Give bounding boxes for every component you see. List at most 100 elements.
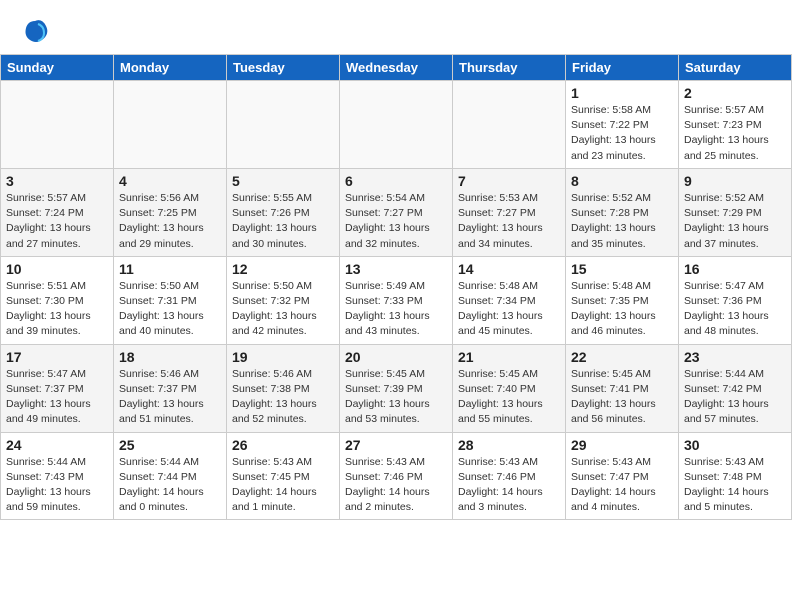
day-number: 6 xyxy=(345,173,447,189)
logo-icon xyxy=(20,16,50,46)
day-number: 1 xyxy=(571,85,673,101)
day-number: 25 xyxy=(119,437,221,453)
day-number: 17 xyxy=(6,349,108,365)
day-number: 11 xyxy=(119,261,221,277)
calendar-cell: 12 Sunrise: 5:50 AMSunset: 7:32 PMDayligh… xyxy=(227,256,340,344)
day-info: Sunrise: 5:45 AMSunset: 7:39 PMDaylight:… xyxy=(345,367,447,428)
calendar-cell: 13 Sunrise: 5:49 AMSunset: 7:33 PMDayligh… xyxy=(340,256,453,344)
calendar-cell: 23 Sunrise: 5:44 AMSunset: 7:42 PMDayligh… xyxy=(679,344,792,432)
day-info: Sunrise: 5:48 AMSunset: 7:34 PMDaylight:… xyxy=(458,279,560,340)
calendar-cell: 15 Sunrise: 5:48 AMSunset: 7:35 PMDayligh… xyxy=(566,256,679,344)
day-info: Sunrise: 5:43 AMSunset: 7:46 PMDaylight:… xyxy=(458,455,560,516)
day-number: 8 xyxy=(571,173,673,189)
day-number: 21 xyxy=(458,349,560,365)
page-header xyxy=(0,0,792,54)
weekday-header-sunday: Sunday xyxy=(1,55,114,81)
day-info: Sunrise: 5:44 AMSunset: 7:43 PMDaylight:… xyxy=(6,455,108,516)
day-info: Sunrise: 5:51 AMSunset: 7:30 PMDaylight:… xyxy=(6,279,108,340)
calendar-cell: 8 Sunrise: 5:52 AMSunset: 7:28 PMDaylight… xyxy=(566,168,679,256)
day-info: Sunrise: 5:52 AMSunset: 7:29 PMDaylight:… xyxy=(684,191,786,252)
calendar-cell: 28Sunrise: 5:43 AMSunset: 7:46 PMDayligh… xyxy=(453,432,566,520)
calendar-cell: 20 Sunrise: 5:45 AMSunset: 7:39 PMDayligh… xyxy=(340,344,453,432)
day-number: 26 xyxy=(232,437,334,453)
day-info: Sunrise: 5:49 AMSunset: 7:33 PMDaylight:… xyxy=(345,279,447,340)
day-info: Sunrise: 5:55 AMSunset: 7:26 PMDaylight:… xyxy=(232,191,334,252)
calendar-cell: 1 Sunrise: 5:58 AMSunset: 7:22 PMDaylight… xyxy=(566,81,679,169)
calendar-cell: 16Sunrise: 5:47 AMSunset: 7:36 PMDayligh… xyxy=(679,256,792,344)
day-info: Sunrise: 5:56 AMSunset: 7:25 PMDaylight:… xyxy=(119,191,221,252)
day-number: 14 xyxy=(458,261,560,277)
day-number: 20 xyxy=(345,349,447,365)
calendar-cell: 21 Sunrise: 5:45 AMSunset: 7:40 PMDayligh… xyxy=(453,344,566,432)
day-info: Sunrise: 5:45 AMSunset: 7:40 PMDaylight:… xyxy=(458,367,560,428)
calendar-cell: 7Sunrise: 5:53 AMSunset: 7:27 PMDaylight… xyxy=(453,168,566,256)
calendar-cell: 11 Sunrise: 5:50 AMSunset: 7:31 PMDayligh… xyxy=(114,256,227,344)
calendar-cell xyxy=(1,81,114,169)
day-info: Sunrise: 5:58 AMSunset: 7:22 PMDaylight:… xyxy=(571,103,673,164)
day-info: Sunrise: 5:44 AMSunset: 7:44 PMDaylight:… xyxy=(119,455,221,516)
day-info: Sunrise: 5:54 AMSunset: 7:27 PMDaylight:… xyxy=(345,191,447,252)
calendar-cell xyxy=(340,81,453,169)
day-number: 18 xyxy=(119,349,221,365)
day-info: Sunrise: 5:46 AMSunset: 7:38 PMDaylight:… xyxy=(232,367,334,428)
calendar-cell: 6 Sunrise: 5:54 AMSunset: 7:27 PMDaylight… xyxy=(340,168,453,256)
day-info: Sunrise: 5:47 AMSunset: 7:37 PMDaylight:… xyxy=(6,367,108,428)
day-info: Sunrise: 5:50 AMSunset: 7:32 PMDaylight:… xyxy=(232,279,334,340)
day-number: 3 xyxy=(6,173,108,189)
day-number: 4 xyxy=(119,173,221,189)
weekday-header-monday: Monday xyxy=(114,55,227,81)
day-info: Sunrise: 5:43 AMSunset: 7:46 PMDaylight:… xyxy=(345,455,447,516)
day-number: 29 xyxy=(571,437,673,453)
day-number: 9 xyxy=(684,173,786,189)
calendar-cell: 14 Sunrise: 5:48 AMSunset: 7:34 PMDayligh… xyxy=(453,256,566,344)
calendar-cell: 2 Sunrise: 5:57 AMSunset: 7:23 PMDaylight… xyxy=(679,81,792,169)
day-number: 12 xyxy=(232,261,334,277)
day-info: Sunrise: 5:43 AMSunset: 7:47 PMDaylight:… xyxy=(571,455,673,516)
day-info: Sunrise: 5:43 AMSunset: 7:48 PMDaylight:… xyxy=(684,455,786,516)
day-info: Sunrise: 5:48 AMSunset: 7:35 PMDaylight:… xyxy=(571,279,673,340)
calendar-cell: 19 Sunrise: 5:46 AMSunset: 7:38 PMDayligh… xyxy=(227,344,340,432)
calendar-cell: 27 Sunrise: 5:43 AMSunset: 7:46 PMDayligh… xyxy=(340,432,453,520)
calendar-cell: 25 Sunrise: 5:44 AMSunset: 7:44 PMDayligh… xyxy=(114,432,227,520)
calendar-cell xyxy=(453,81,566,169)
logo xyxy=(20,16,54,46)
day-number: 22 xyxy=(571,349,673,365)
calendar-cell: 24 Sunrise: 5:44 AMSunset: 7:43 PMDayligh… xyxy=(1,432,114,520)
calendar-cell: 26Sunrise: 5:43 AMSunset: 7:45 PMDayligh… xyxy=(227,432,340,520)
weekday-header-wednesday: Wednesday xyxy=(340,55,453,81)
calendar-cell: 9 Sunrise: 5:52 AMSunset: 7:29 PMDaylight… xyxy=(679,168,792,256)
calendar-table: SundayMondayTuesdayWednesdayThursdayFrid… xyxy=(0,54,792,520)
day-info: Sunrise: 5:52 AMSunset: 7:28 PMDaylight:… xyxy=(571,191,673,252)
calendar-cell: 4 Sunrise: 5:56 AMSunset: 7:25 PMDaylight… xyxy=(114,168,227,256)
day-info: Sunrise: 5:57 AMSunset: 7:23 PMDaylight:… xyxy=(684,103,786,164)
day-info: Sunrise: 5:53 AMSunset: 7:27 PMDaylight:… xyxy=(458,191,560,252)
day-number: 27 xyxy=(345,437,447,453)
day-number: 16 xyxy=(684,261,786,277)
day-number: 5 xyxy=(232,173,334,189)
day-number: 30 xyxy=(684,437,786,453)
day-number: 23 xyxy=(684,349,786,365)
day-info: Sunrise: 5:50 AMSunset: 7:31 PMDaylight:… xyxy=(119,279,221,340)
calendar-cell: 18 Sunrise: 5:46 AMSunset: 7:37 PMDayligh… xyxy=(114,344,227,432)
calendar-cell: 29 Sunrise: 5:43 AMSunset: 7:47 PMDayligh… xyxy=(566,432,679,520)
calendar-cell: 17 Sunrise: 5:47 AMSunset: 7:37 PMDayligh… xyxy=(1,344,114,432)
calendar-cell: 5 Sunrise: 5:55 AMSunset: 7:26 PMDaylight… xyxy=(227,168,340,256)
calendar-cell: 30 Sunrise: 5:43 AMSunset: 7:48 PMDayligh… xyxy=(679,432,792,520)
calendar-cell xyxy=(114,81,227,169)
day-number: 10 xyxy=(6,261,108,277)
day-info: Sunrise: 5:46 AMSunset: 7:37 PMDaylight:… xyxy=(119,367,221,428)
calendar-cell: 3 Sunrise: 5:57 AMSunset: 7:24 PMDaylight… xyxy=(1,168,114,256)
weekday-header-saturday: Saturday xyxy=(679,55,792,81)
day-info: Sunrise: 5:57 AMSunset: 7:24 PMDaylight:… xyxy=(6,191,108,252)
day-info: Sunrise: 5:44 AMSunset: 7:42 PMDaylight:… xyxy=(684,367,786,428)
day-number: 2 xyxy=(684,85,786,101)
calendar-cell: 10 Sunrise: 5:51 AMSunset: 7:30 PMDayligh… xyxy=(1,256,114,344)
weekday-header-thursday: Thursday xyxy=(453,55,566,81)
calendar-cell: 22 Sunrise: 5:45 AMSunset: 7:41 PMDayligh… xyxy=(566,344,679,432)
day-number: 24 xyxy=(6,437,108,453)
day-number: 19 xyxy=(232,349,334,365)
day-info: Sunrise: 5:45 AMSunset: 7:41 PMDaylight:… xyxy=(571,367,673,428)
weekday-header-friday: Friday xyxy=(566,55,679,81)
day-number: 15 xyxy=(571,261,673,277)
day-number: 13 xyxy=(345,261,447,277)
